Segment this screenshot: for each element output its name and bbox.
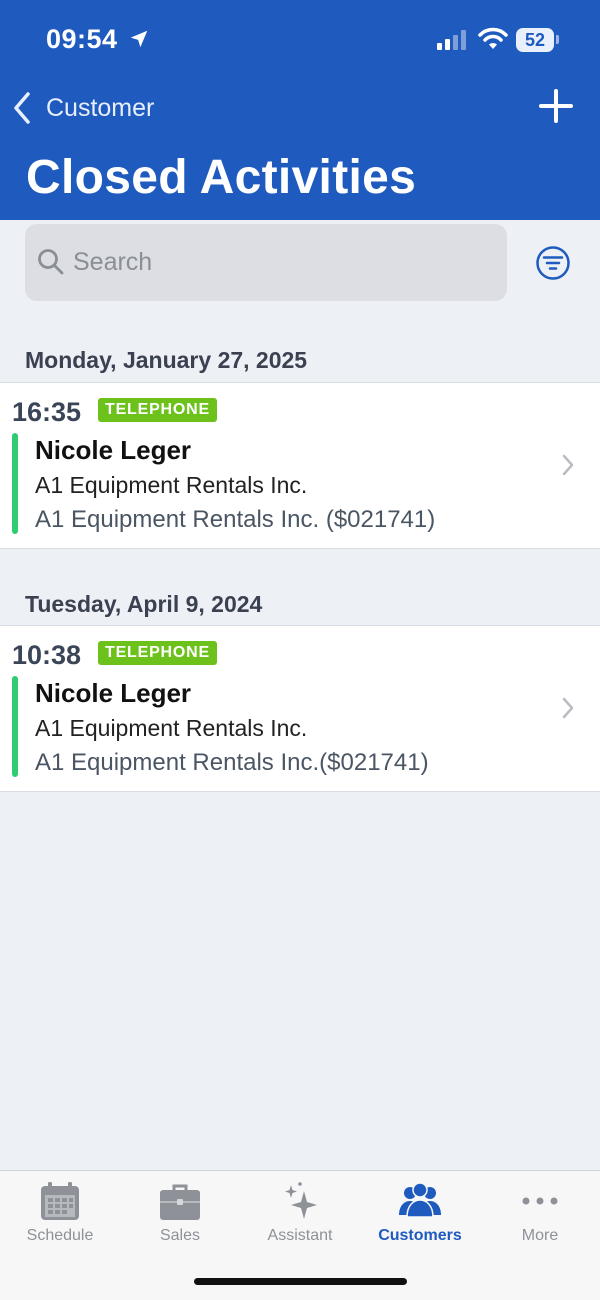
activity-type-badge: TELEPHONE [98, 398, 217, 422]
people-icon [399, 1182, 441, 1218]
activity-card[interactable]: 16:35 TELEPHONE Nicole Leger A1 Equipmen… [0, 382, 600, 549]
chevron-left-icon [14, 92, 30, 124]
header: 09:54 52 Customer Closed Activities [0, 0, 600, 220]
tab-label: Customers [378, 1227, 462, 1244]
status-accent-bar [12, 433, 18, 534]
tab-label: More [521, 1227, 559, 1244]
filter-icon[interactable] [535, 245, 571, 281]
tab-label: Assistant [267, 1227, 333, 1244]
sparkles-icon [285, 1182, 317, 1219]
chevron-right-icon [562, 697, 574, 719]
back-label: Customer [46, 93, 155, 122]
status-accent-bar [12, 676, 18, 777]
status-time: 09:54 [46, 24, 118, 54]
contact-name: Nicole Leger [35, 435, 192, 465]
search-input[interactable]: Search [25, 224, 507, 301]
calendar-icon [41, 1182, 79, 1220]
page-title: Closed Activities [26, 151, 417, 204]
activity-time: 10:38 [12, 640, 82, 670]
battery-indicator: 52 [516, 28, 554, 52]
back-button[interactable]: Customer [12, 88, 154, 128]
activity-type-badge: TELEPHONE [98, 641, 217, 665]
tab-customers[interactable]: Customers [360, 1171, 480, 1251]
add-icon[interactable] [538, 88, 574, 124]
wifi-icon [478, 27, 508, 49]
tab-schedule[interactable]: Schedule [0, 1171, 120, 1251]
ellipsis-icon [522, 1197, 558, 1205]
activity-card[interactable]: 10:38 TELEPHONE Nicole Leger A1 Equipmen… [0, 625, 600, 792]
account-name: A1 Equipment Rentals Inc.($021741) [35, 749, 429, 776]
location-arrow-icon [130, 30, 148, 48]
briefcase-icon [160, 1184, 200, 1220]
tab-assistant[interactable]: Assistant [240, 1171, 360, 1251]
contact-name: Nicole Leger [35, 678, 192, 708]
tab-label: Sales [159, 1227, 201, 1244]
tab-sales[interactable]: Sales [120, 1171, 240, 1251]
tab-more[interactable]: More [480, 1171, 600, 1251]
cellular-signal-icon [437, 30, 466, 50]
chevron-right-icon [562, 454, 574, 476]
company-name: A1 Equipment Rentals Inc. [35, 715, 308, 741]
tab-label: Schedule [26, 1227, 94, 1244]
battery-tip [556, 35, 559, 44]
home-indicator [194, 1278, 407, 1285]
search-icon [38, 249, 64, 275]
section-date: Tuesday, April 9, 2024 [25, 591, 263, 617]
activity-time: 16:35 [12, 397, 82, 427]
search-placeholder: Search [73, 248, 153, 276]
account-name: A1 Equipment Rentals Inc. ($021741) [35, 506, 436, 533]
section-date: Monday, January 27, 2025 [25, 347, 308, 373]
company-name: A1 Equipment Rentals Inc. [35, 472, 308, 498]
